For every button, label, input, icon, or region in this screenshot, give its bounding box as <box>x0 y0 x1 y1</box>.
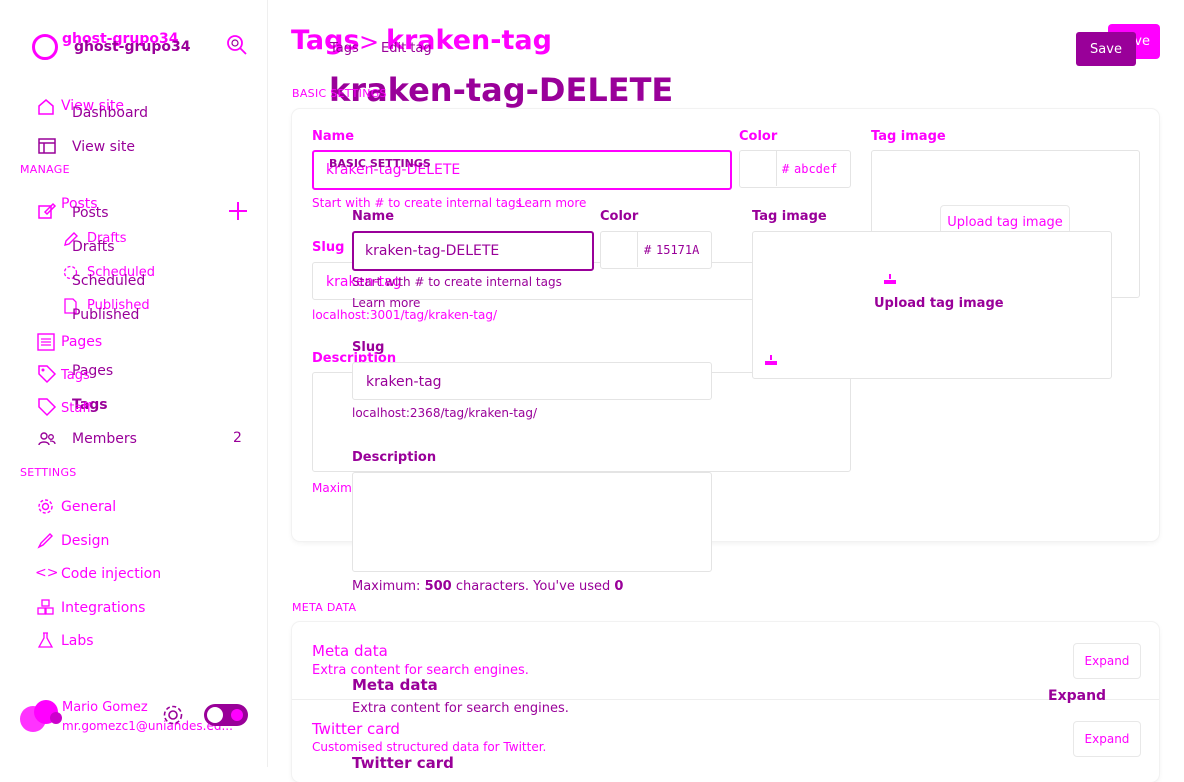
tag-image-label: Tag image <box>752 209 827 224</box>
upload-icon-ghost <box>883 273 897 285</box>
sidebar-item-labs[interactable]: Labs <box>61 633 94 649</box>
upload-icon <box>764 354 778 366</box>
twitter-card-title: Twitter card <box>352 754 454 772</box>
sidebar-item-design[interactable]: Design <box>61 533 109 549</box>
slug-label: Slug <box>352 340 385 355</box>
color-hash: # <box>644 243 652 257</box>
tag-icon <box>37 364 57 384</box>
user-name: Mario Gomez <box>62 700 148 715</box>
color-value: 15171A <box>656 243 700 257</box>
sidebar-item-code-injection[interactable]: Code injection <box>61 566 161 582</box>
description-label: Description <box>352 450 437 465</box>
pages-icon <box>37 333 55 351</box>
max-middle: characters. You've used <box>455 579 611 594</box>
breadcrumb-current-secondary: Edit tag <box>381 41 432 56</box>
save-button-label: Save <box>1090 41 1122 57</box>
upload-tag-image-label-ghost: Upload tag image <box>947 214 1063 230</box>
site-logo[interactable] <box>32 34 58 60</box>
used-value: 0 <box>614 579 624 594</box>
name-label-ghost: Name <box>312 129 355 144</box>
save-button[interactable]: Save <box>1076 32 1136 66</box>
sidebar-item-general[interactable]: General <box>61 499 116 515</box>
meta-divider <box>292 699 1159 700</box>
sidebar-item-dashboard[interactable]: Dashboard <box>72 105 148 121</box>
slug-url-ghost: localhost:3001/tag/kraken-tag/ <box>312 308 498 322</box>
max-prefix: Maximum: <box>352 579 421 594</box>
new-post-plus-icon[interactable] <box>229 202 247 220</box>
ghost-pages-link[interactable]: Pages <box>61 334 102 350</box>
members-count-badge: 2 <box>233 430 242 446</box>
avatar[interactable] <box>20 700 64 734</box>
code-icon: <> <box>35 565 59 581</box>
staff-tag-icon <box>37 397 57 417</box>
color-value-ghost: abcdef <box>794 162 838 176</box>
description-counter: Maximum: 500 characters. You've used 0 <box>352 579 623 594</box>
gear-icon <box>37 498 54 515</box>
basic-settings-heading-secondary: BASIC SETTINGS <box>329 157 431 170</box>
ghost-staff-link[interactable]: Staff <box>61 401 91 416</box>
sidebar-item-members[interactable]: Members <box>72 431 137 447</box>
name-label: Name <box>352 209 395 224</box>
sidebar: ghost-grupo34 ghost-grupo34 View site Da… <box>0 0 268 767</box>
twitter-card-desc-ghost: Customised structured data for Twitter. <box>312 740 547 754</box>
slug-label-ghost: Slug <box>312 240 345 255</box>
flask-icon <box>37 632 54 649</box>
meta-data-title-ghost: Meta data <box>312 642 388 660</box>
breadcrumb-separator: > <box>359 28 380 56</box>
name-input-value: kraken-tag-DELETE <box>365 243 500 259</box>
brush-icon <box>37 532 54 549</box>
color-hash-ghost: # <box>782 162 790 176</box>
settings-heading: SETTINGS <box>20 466 77 479</box>
meta-data-expand-link[interactable]: Expand <box>1048 688 1106 704</box>
sidebar-item-drafts[interactable]: Drafts <box>72 239 115 255</box>
sidebar-item-integrations[interactable]: Integrations <box>61 600 145 616</box>
settings-gear-icon[interactable] <box>162 704 184 726</box>
breadcrumb-root-secondary[interactable]: Tags <box>330 41 359 56</box>
color-swatch[interactable] <box>601 232 638 267</box>
color-label: Color <box>600 209 639 224</box>
pencil-icon <box>37 200 57 220</box>
site-name[interactable]: ghost-grupo34 <box>74 39 190 55</box>
manage-heading: MANAGE <box>20 163 70 176</box>
learn-more-link[interactable]: Learn more <box>352 296 420 310</box>
house-icon <box>37 98 55 116</box>
integrations-icon <box>37 599 54 616</box>
slug-input-value: kraken-tag <box>366 374 442 390</box>
sidebar-item-view-site[interactable]: View site <box>72 139 135 155</box>
twitter-card-expand-label: Expand <box>1084 732 1130 746</box>
tag-image-label-ghost: Tag image <box>871 129 946 144</box>
learn-more-link-ghost[interactable]: Learn more <box>518 196 586 210</box>
sidebar-item-scheduled[interactable]: Scheduled <box>72 273 145 289</box>
sidebar-item-posts[interactable]: Posts <box>72 205 109 221</box>
color-swatch-ghost[interactable] <box>740 151 777 186</box>
twitter-card-title-ghost: Twitter card <box>312 720 400 738</box>
meta-data-expand-button[interactable]: Expand <box>1073 643 1141 679</box>
ghost-tags-link[interactable]: Tags <box>61 368 90 383</box>
twitter-card-expand-button[interactable]: Expand <box>1073 721 1141 757</box>
slug-url: localhost:2368/tag/kraken-tag/ <box>352 406 538 420</box>
night-mode-toggle[interactable] <box>204 704 248 726</box>
color-label-ghost: Color <box>739 129 778 144</box>
basic-settings-heading: BASIC SETTINGS <box>292 87 387 100</box>
description-textarea[interactable] <box>352 472 712 572</box>
max-value: 500 <box>424 579 452 594</box>
upload-tag-image-label[interactable]: Upload tag image <box>874 296 1004 311</box>
sidebar-item-published[interactable]: Published <box>72 307 139 323</box>
meta-data-desc: Extra content for search engines. <box>352 701 569 716</box>
browser-icon <box>38 138 56 154</box>
members-icon <box>38 431 56 447</box>
meta-data-title: Meta data <box>352 676 438 694</box>
search-icon[interactable] <box>226 34 248 56</box>
meta-data-expand-label: Expand <box>1084 654 1130 668</box>
name-hint: Start with # to create internal tags <box>352 275 562 289</box>
name-hint-ghost: Start with # to create internal tags <box>312 196 522 210</box>
meta-data-heading: META DATA <box>292 601 357 614</box>
